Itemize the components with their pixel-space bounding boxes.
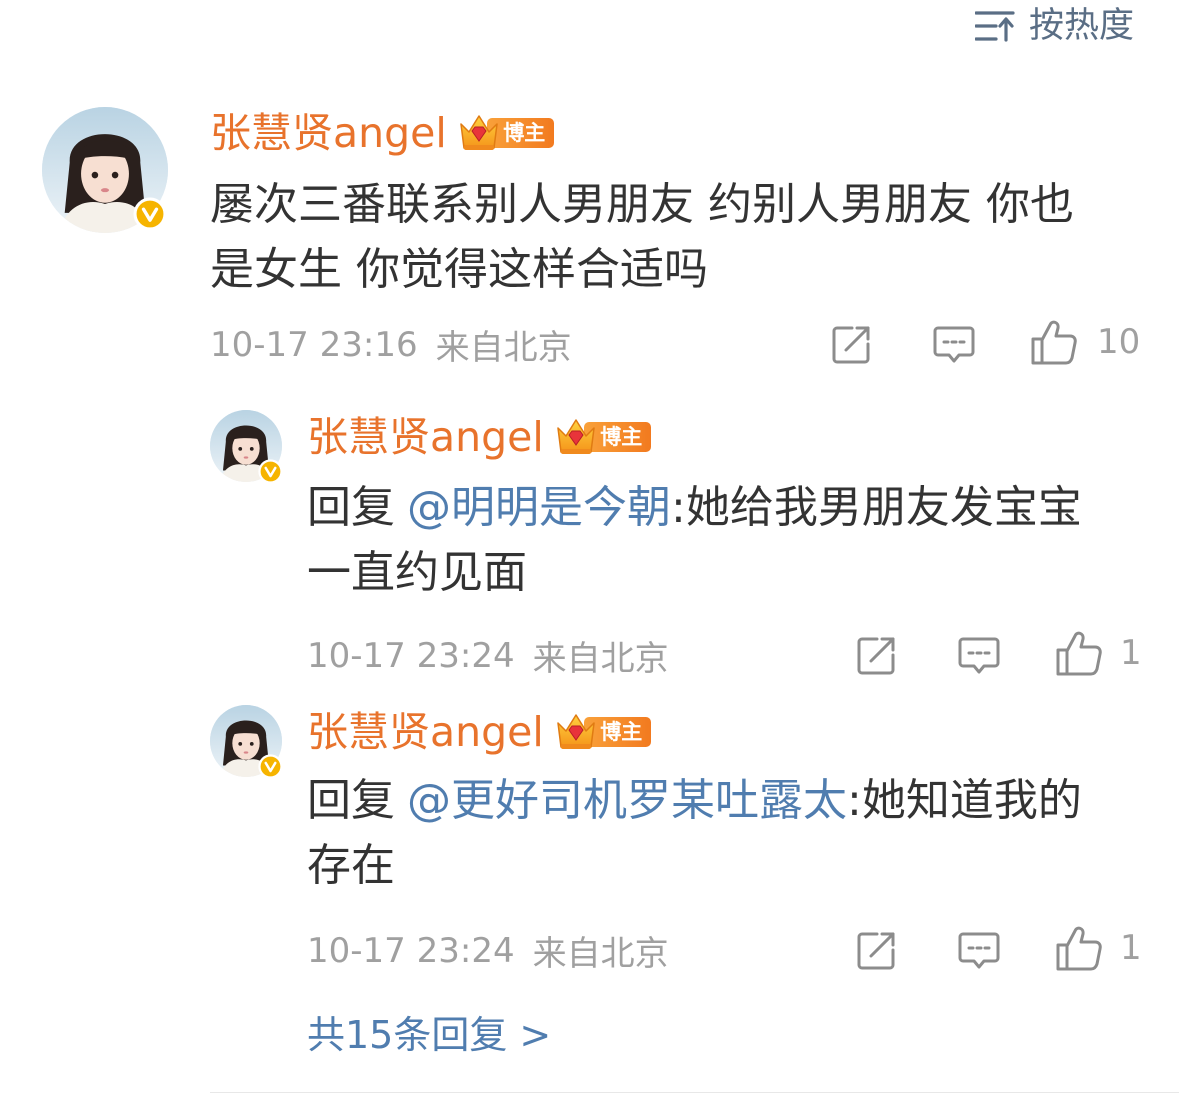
verified-icon	[258, 459, 283, 484]
blogger-badge: 博主	[554, 416, 651, 458]
more-replies-link[interactable]: 共15条回复 >	[307, 1010, 551, 1060]
divider	[210, 1092, 1179, 1093]
crown-icon	[557, 419, 595, 455]
location: 来自北京	[532, 934, 669, 974]
like-button[interactable]: 1	[1055, 631, 1142, 676]
reply-prefix: 回复	[307, 775, 395, 826]
sort-icon	[975, 11, 1015, 42]
repost-button[interactable]	[855, 633, 897, 678]
sort-label: 按热度	[1029, 6, 1135, 46]
like-count: 1	[1120, 633, 1142, 673]
reply-text: 回复 @更好司机罗某吐露太:她知道我的存在	[307, 768, 1112, 898]
repost-icon	[857, 637, 895, 674]
like-icon	[1031, 320, 1077, 364]
verified-icon	[133, 197, 167, 231]
comment-author: 张慧贤angel 博主	[210, 108, 554, 158]
comment-button[interactable]	[932, 322, 976, 367]
comment-button[interactable]	[957, 928, 1001, 973]
badge-label: 博主	[503, 121, 546, 145]
comment-button[interactable]	[957, 633, 1001, 678]
badge-label: 博主	[600, 720, 643, 744]
username[interactable]: 张慧贤angel	[210, 108, 447, 158]
comment-icon	[958, 637, 1000, 673]
repost-button[interactable]	[855, 928, 897, 973]
comment-meta: 10-17 23:16 来自北京	[210, 322, 572, 369]
repost-button[interactable]	[830, 322, 872, 367]
location: 来自北京	[435, 328, 572, 368]
reply-prefix: 回复	[307, 482, 395, 533]
blogger-badge: 博主	[554, 711, 651, 753]
like-icon	[1056, 631, 1102, 675]
timestamp: 10-17 23:16	[210, 324, 418, 365]
timestamp: 10-17 23:24	[307, 635, 515, 676]
username[interactable]: 张慧贤angel	[307, 412, 544, 462]
badge-label: 博主	[600, 425, 643, 449]
repost-icon	[832, 326, 870, 363]
reply-meta: 10-17 23:24 来自北京	[307, 633, 669, 680]
comment-text: 屡次三番联系别人男朋友 约别人男朋友 你也是女生 你觉得这样合适吗	[210, 179, 1074, 295]
location: 来自北京	[532, 639, 669, 679]
blogger-badge: 博主	[457, 112, 554, 154]
mention-link[interactable]: @更好司机罗某吐露太	[407, 775, 847, 826]
reply-author: 张慧贤angel 博主	[307, 707, 651, 757]
like-count: 10	[1097, 322, 1141, 362]
crown-icon	[460, 115, 498, 151]
like-button[interactable]: 10	[1030, 320, 1140, 365]
like-button[interactable]: 1	[1055, 926, 1142, 971]
reply-meta: 10-17 23:24 来自北京	[307, 928, 669, 975]
crown-icon	[557, 714, 595, 750]
username[interactable]: 张慧贤angel	[307, 707, 544, 757]
verified-icon	[258, 754, 283, 779]
like-icon	[1056, 926, 1102, 970]
timestamp: 10-17 23:24	[307, 930, 515, 971]
mention-link[interactable]: @明明是今朝	[407, 482, 671, 533]
comment-icon	[958, 932, 1000, 968]
comment-icon	[933, 326, 975, 362]
reply-author: 张慧贤angel 博主	[307, 412, 651, 462]
repost-icon	[857, 932, 895, 969]
reply-text: 回复 @明明是今朝:她给我男朋友发宝宝一直约见面	[307, 475, 1112, 605]
like-count: 1	[1120, 928, 1142, 968]
sort-button[interactable]: 按热度	[975, 6, 1134, 46]
